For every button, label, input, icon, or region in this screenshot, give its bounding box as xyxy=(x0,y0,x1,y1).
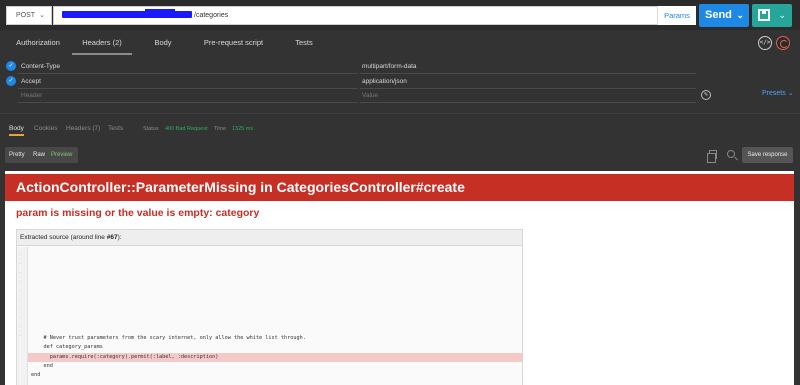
new-header-row: Header Value xyxy=(0,88,800,103)
save-request-button[interactable]: ⌄ xyxy=(752,4,792,27)
header-row: ✓ Accept application/json xyxy=(0,74,800,89)
time-label: Time xyxy=(214,126,227,132)
chevron-down-icon: ⌄ xyxy=(39,12,45,19)
line-number-gutter: · · · · · · · · · · xyxy=(17,247,28,385)
checkbox-checked-icon[interactable]: ✓ xyxy=(6,61,16,71)
line-number-mark: · xyxy=(19,271,22,276)
presets-dropdown[interactable]: Presets ⌄ xyxy=(762,89,794,97)
line-number-mark: · xyxy=(19,298,22,303)
floppy-disk-icon xyxy=(758,9,770,21)
line-number-mark: · xyxy=(19,307,22,312)
redacted-url-mark xyxy=(145,9,175,18)
bulk-edit-icon[interactable]: ✎ xyxy=(701,90,711,100)
method-label: POST xyxy=(16,12,36,19)
error-title: ActionController::ParameterMissing in Ca… xyxy=(5,174,794,201)
code-line: end xyxy=(31,372,41,378)
send-button[interactable]: Send ⌄ xyxy=(699,4,749,27)
send-label: Send xyxy=(705,9,732,21)
cookies-icon[interactable] xyxy=(776,36,790,50)
tab-authorization[interactable]: Authorization xyxy=(8,31,68,55)
line-number-mark: · xyxy=(19,262,22,267)
line-number-mark: · xyxy=(19,253,22,258)
presets-label: Presets xyxy=(762,90,786,97)
extracted-source-title: Extracted source (around line #67): xyxy=(17,230,522,246)
header-value[interactable]: application/json xyxy=(362,74,407,89)
code-snippet-icon[interactable]: </> xyxy=(758,36,772,50)
response-tab-body[interactable]: Body xyxy=(9,122,24,136)
error-message: param is missing or the value is empty: … xyxy=(16,207,260,219)
copy-icon[interactable] xyxy=(707,150,717,163)
source-title-prefix: Extracted source (around line xyxy=(20,234,107,241)
response-preview: ActionController::ParameterMissing in Ca… xyxy=(5,171,794,385)
tab-pre-request-script[interactable]: Pre-request script xyxy=(196,31,271,55)
chevron-down-icon[interactable]: ⌄ xyxy=(736,4,744,27)
code-line: end xyxy=(31,363,53,369)
tab-tests[interactable]: Tests xyxy=(286,31,322,55)
raw-button[interactable]: Raw xyxy=(33,147,45,163)
request-tabs: Authorization Headers (2) Body Pre-reque… xyxy=(0,31,800,55)
header-key[interactable]: Content-Type xyxy=(21,59,60,74)
line-number-mark: · xyxy=(19,289,22,294)
line-number-mark: · xyxy=(19,325,22,330)
header-value-input[interactable]: Value xyxy=(362,88,378,103)
url-text: /categories xyxy=(194,12,229,19)
tab-headers[interactable]: Headers (2) xyxy=(72,31,132,55)
header-value[interactable]: multipart/form-data xyxy=(362,59,417,74)
header-row: ✓ Content-Type multipart/form-data xyxy=(0,59,800,74)
extracted-source-box: Extracted source (around line #67): · · … xyxy=(16,229,523,385)
time-value: 1325 ms xyxy=(232,126,254,132)
params-button[interactable]: Params xyxy=(657,6,696,25)
response-tab-headers[interactable]: Headers (7) xyxy=(66,122,100,136)
preview-button[interactable]: Preview xyxy=(51,147,72,163)
method-dropdown[interactable]: POST ⌄ xyxy=(6,6,52,25)
divider xyxy=(360,102,696,103)
line-number-mark: · xyxy=(19,334,22,339)
request-bar: POST ⌄ /categories Params Send ⌄ ⌄ xyxy=(0,0,800,30)
save-response-button[interactable]: Save response xyxy=(742,147,793,163)
line-number-mark: · xyxy=(19,316,22,321)
code-line: def category_params xyxy=(31,344,103,350)
format-toggle: Pretty Raw Preview xyxy=(5,147,78,163)
chevron-down-icon: ⌄ xyxy=(787,90,794,97)
source-title-suffix: ): xyxy=(117,234,122,241)
search-icon[interactable] xyxy=(727,150,735,158)
status-value: 400 Bad Request xyxy=(165,126,208,132)
checkbox-checked-icon[interactable]: ✓ xyxy=(6,76,16,86)
divider xyxy=(18,102,358,103)
pretty-button[interactable]: Pretty xyxy=(9,147,25,163)
code-line: # Never trust parameters from the scary … xyxy=(31,335,306,341)
divider xyxy=(0,113,800,114)
source-title-line: #67 xyxy=(106,234,118,241)
code-line-highlighted: params.require(:category).permit(:label,… xyxy=(31,354,219,360)
line-number-mark: · xyxy=(19,280,22,285)
response-tab-cookies[interactable]: Cookies xyxy=(34,122,57,136)
status-label: Status xyxy=(143,126,159,132)
response-tab-tests[interactable]: Tests xyxy=(108,122,123,136)
chevron-down-icon[interactable]: ⌄ xyxy=(778,4,786,27)
tab-body[interactable]: Body xyxy=(143,31,183,55)
header-key-input[interactable]: Header xyxy=(21,88,42,103)
header-key[interactable]: Accept xyxy=(21,74,41,89)
